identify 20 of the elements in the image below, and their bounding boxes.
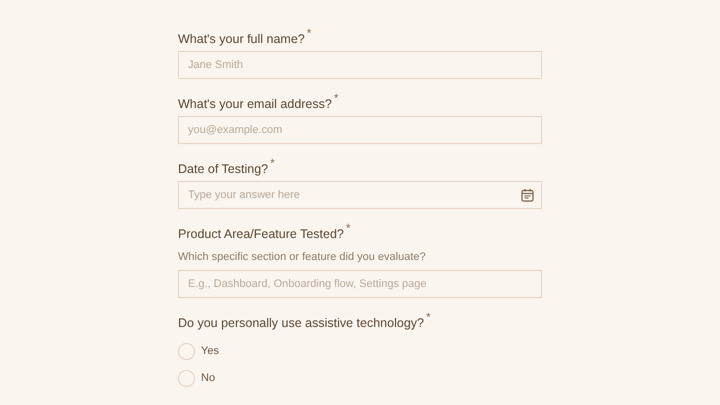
- required-mark: *: [334, 91, 339, 105]
- text-field[interactable]: Jane Smith: [178, 51, 542, 79]
- required-mark: *: [306, 26, 312, 40]
- question-label: Do you personally use assistive technology?: [178, 316, 424, 332]
- text-field[interactable]: you@example.com: [178, 116, 542, 144]
- option-label: Yes: [201, 345, 219, 358]
- question-label: What's your full name?: [178, 32, 305, 47]
- question-description: Which specific section or feature did you evaluate?: [178, 251, 426, 264]
- required-mark: *: [270, 156, 275, 170]
- text-field[interactable]: E.g., Dashboard, Onboarding flow, Settings page: [178, 270, 542, 298]
- required-mark: *: [346, 221, 351, 235]
- radio-button[interactable]: [178, 370, 195, 388]
- question-label: Product Area/Feature Tested?: [178, 227, 344, 242]
- question-label: What's your email address?: [178, 97, 332, 112]
- question-label: Date of Testing?: [178, 162, 268, 177]
- radio-button[interactable]: [178, 343, 195, 360]
- required-mark: *: [426, 310, 431, 324]
- date-field[interactable]: Type your answer here: [178, 181, 542, 209]
- calendar-icon[interactable]: [521, 188, 534, 202]
- option-label: No: [201, 372, 216, 386]
